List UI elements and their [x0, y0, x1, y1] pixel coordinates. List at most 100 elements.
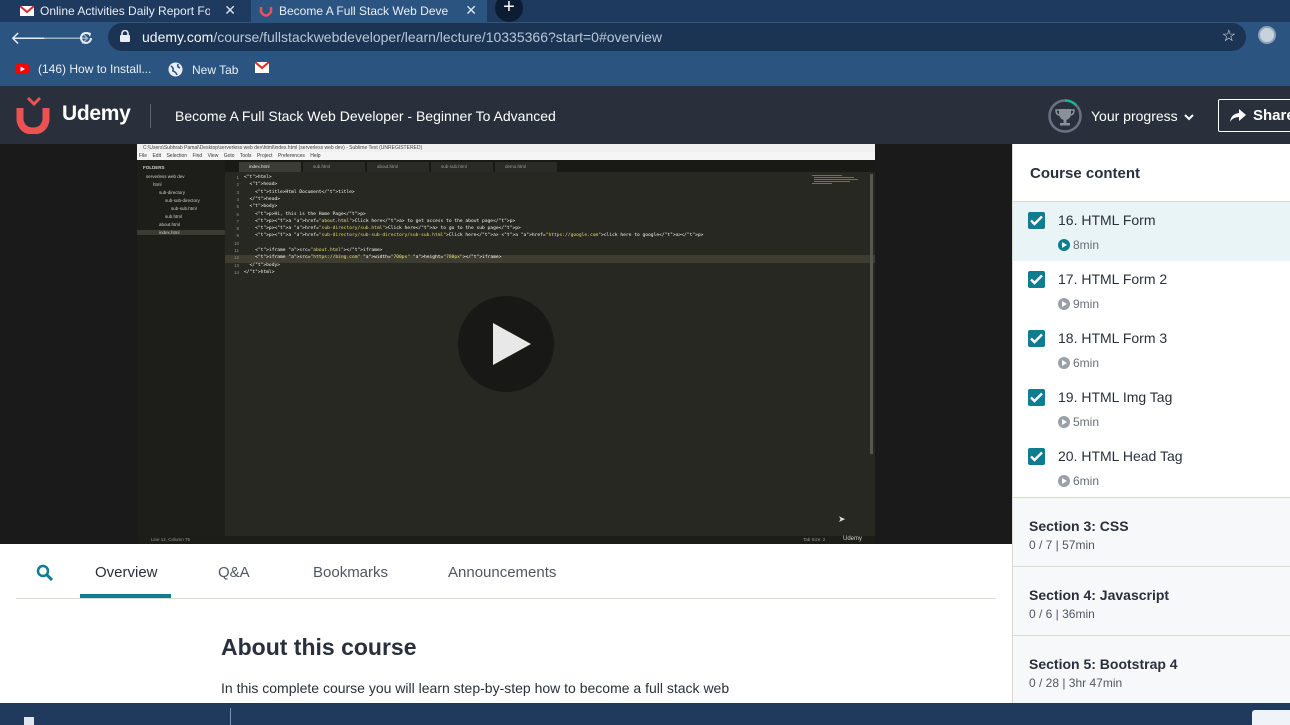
editor-menu-item: Goto: [223, 153, 235, 159]
about-heading: About this course: [221, 634, 417, 660]
address-bar[interactable]: udemy.com/course/fullstackwebdeveloper/l…: [108, 23, 1246, 51]
editor-tab: about.html: [367, 162, 429, 172]
browser-tab-report[interactable]: Online Activities Daily Report For ✕: [14, 0, 246, 22]
course-tabs: Overview Q&A Bookmarks Announcements: [16, 544, 996, 599]
forward-button[interactable]: 🡒: [42, 26, 90, 50]
share-label: Share: [1253, 107, 1290, 124]
line-number: 1: [236, 175, 239, 180]
line-number: 6: [236, 211, 239, 217]
youtube-icon: [15, 64, 29, 74]
reload-button[interactable]: [74, 26, 98, 50]
tree-item: sub-sub-directory: [165, 198, 200, 203]
line-number: 13: [233, 262, 239, 268]
tree-item: serverless web dev: [146, 174, 185, 179]
section-item[interactable]: Section 5: Bootstrap 4 0 / 28 | 3hr 47min: [1013, 635, 1290, 704]
lecture-item[interactable]: 16. HTML Form 8min: [1013, 202, 1290, 261]
udemy-logo-text[interactable]: Udemy: [62, 102, 131, 126]
bookmark-star-icon[interactable]: ☆: [1222, 26, 1236, 46]
play-circle-icon: [1058, 475, 1070, 487]
code-line: <"t">p><"t">a "a">href="about.html">Clic…: [244, 218, 516, 224]
play-icon: [493, 323, 531, 365]
check-icon: [1030, 333, 1043, 344]
lecture-duration-text: 8min: [1073, 238, 1100, 252]
code-line: </"t">head>: [244, 196, 280, 202]
lecture-item[interactable]: 20. HTML Head Tag 6min: [1013, 438, 1290, 497]
bookmark-label: (146) How to Install...: [38, 62, 152, 76]
line-number: 5: [236, 204, 239, 210]
close-tab-icon[interactable]: ✕: [465, 2, 477, 19]
code-line: </"t">html>: [244, 269, 275, 275]
play-circle-icon: [1058, 357, 1070, 369]
lecture-item[interactable]: 18. HTML Form 3 6min: [1013, 320, 1290, 379]
chevron-down-icon[interactable]: [1183, 106, 1195, 126]
code-line: <"t">iframe "a">src="https://bing.com" "…: [244, 255, 502, 261]
search-icon[interactable]: [36, 564, 54, 582]
taskbar-divider: [230, 708, 231, 725]
lecture-duration: 5min: [1058, 415, 1099, 429]
course-title[interactable]: Become A Full Stack Web Developer - Begi…: [175, 108, 556, 124]
editor-menu-item: Help: [310, 153, 321, 159]
about-description: In this complete course you will learn s…: [221, 680, 730, 696]
close-tab-icon[interactable]: ✕: [224, 2, 236, 19]
udemy-logo-icon[interactable]: [14, 96, 58, 134]
taskbar-button[interactable]: [1252, 710, 1290, 725]
completed-checkbox[interactable]: [1028, 212, 1045, 229]
document-icon[interactable]: [24, 717, 34, 725]
udemy-header: Udemy Become A Full Stack Web Developer …: [0, 86, 1290, 144]
video-player[interactable]: C:\Users\Subhrab Pamal\Desktop\serverles…: [0, 144, 1012, 544]
browser-tab-strip: Online Activities Daily Report For ✕ Bec…: [0, 0, 1290, 22]
lecture-duration-text: 9min: [1073, 297, 1100, 311]
play-circle-icon: [1058, 239, 1070, 251]
bookmark-youtube[interactable]: (146) How to Install...: [15, 62, 151, 76]
globe-icon: [168, 62, 183, 77]
completed-checkbox[interactable]: [1028, 330, 1045, 347]
lecture-title: 18. HTML Form 3: [1058, 330, 1168, 346]
line-number: 4: [236, 196, 239, 202]
bookmark-gmail[interactable]: [255, 62, 269, 73]
completed-checkbox[interactable]: [1028, 389, 1045, 406]
bookmark-new-tab[interactable]: New Tab: [168, 62, 238, 77]
editor-tabs: index.html sub.html about.html sub-sub.h…: [225, 160, 875, 172]
tab-qa[interactable]: Q&A: [218, 564, 250, 581]
code-line: <"t">html>: [244, 175, 272, 180]
editor-menu-item: Tools: [239, 153, 252, 159]
lecture-duration-text: 6min: [1073, 356, 1100, 370]
editor-titlebar: C:\Users\Subhrab Pamal\Desktop\serverles…: [137, 144, 875, 152]
completed-checkbox[interactable]: [1028, 271, 1045, 288]
share-button[interactable]: Share: [1218, 99, 1290, 132]
new-tab-button[interactable]: +: [495, 0, 523, 22]
editor-menu-item: Preferences: [277, 153, 305, 159]
tab-announcements[interactable]: Announcements: [448, 564, 556, 581]
editor-minimap: [812, 175, 858, 184]
play-button[interactable]: [458, 296, 554, 392]
tab-bookmarks[interactable]: Bookmarks: [313, 564, 388, 581]
bookmarks-bar: (146) How to Install... New Tab: [0, 54, 1290, 86]
extension-icon[interactable]: [1258, 26, 1276, 44]
check-icon: [1030, 215, 1043, 226]
code-line: <"t">title>Html Document</"t">title>: [244, 189, 355, 195]
browser-tab-udemy[interactable]: Become A Full Stack Web Develop ✕: [251, 0, 487, 22]
reload-icon: [80, 32, 92, 44]
check-icon: [1030, 451, 1043, 462]
line-number: 8: [236, 226, 239, 232]
editor-menu-item: File: [139, 153, 148, 159]
line-number: 14: [233, 269, 239, 275]
completed-checkbox[interactable]: [1028, 448, 1045, 465]
section-item[interactable]: Section 3: CSS 0 / 7 | 57min: [1013, 497, 1290, 566]
line-number: 11: [234, 248, 239, 253]
play-circle-icon: [1058, 298, 1070, 310]
section-item[interactable]: Section 4: Javascript 0 / 6 | 36min: [1013, 566, 1290, 635]
trophy-progress-icon[interactable]: [1048, 99, 1082, 133]
lecture-item[interactable]: 17. HTML Form 2 9min: [1013, 261, 1290, 320]
section-meta: 0 / 7 | 57min: [1029, 538, 1095, 552]
code-line: <"t">body>: [244, 204, 278, 210]
back-button[interactable]: 🡐: [10, 26, 58, 50]
share-arrow-icon: [1230, 109, 1246, 122]
editor-scrollbar: [870, 174, 873, 454]
tab-overview[interactable]: Overview: [95, 564, 158, 581]
gmail-icon: [255, 62, 269, 73]
lock-icon: [120, 30, 130, 42]
progress-label[interactable]: Your progress: [1091, 108, 1178, 124]
line-number: 9: [236, 233, 239, 239]
lecture-item[interactable]: 19. HTML Img Tag 5min: [1013, 379, 1290, 438]
